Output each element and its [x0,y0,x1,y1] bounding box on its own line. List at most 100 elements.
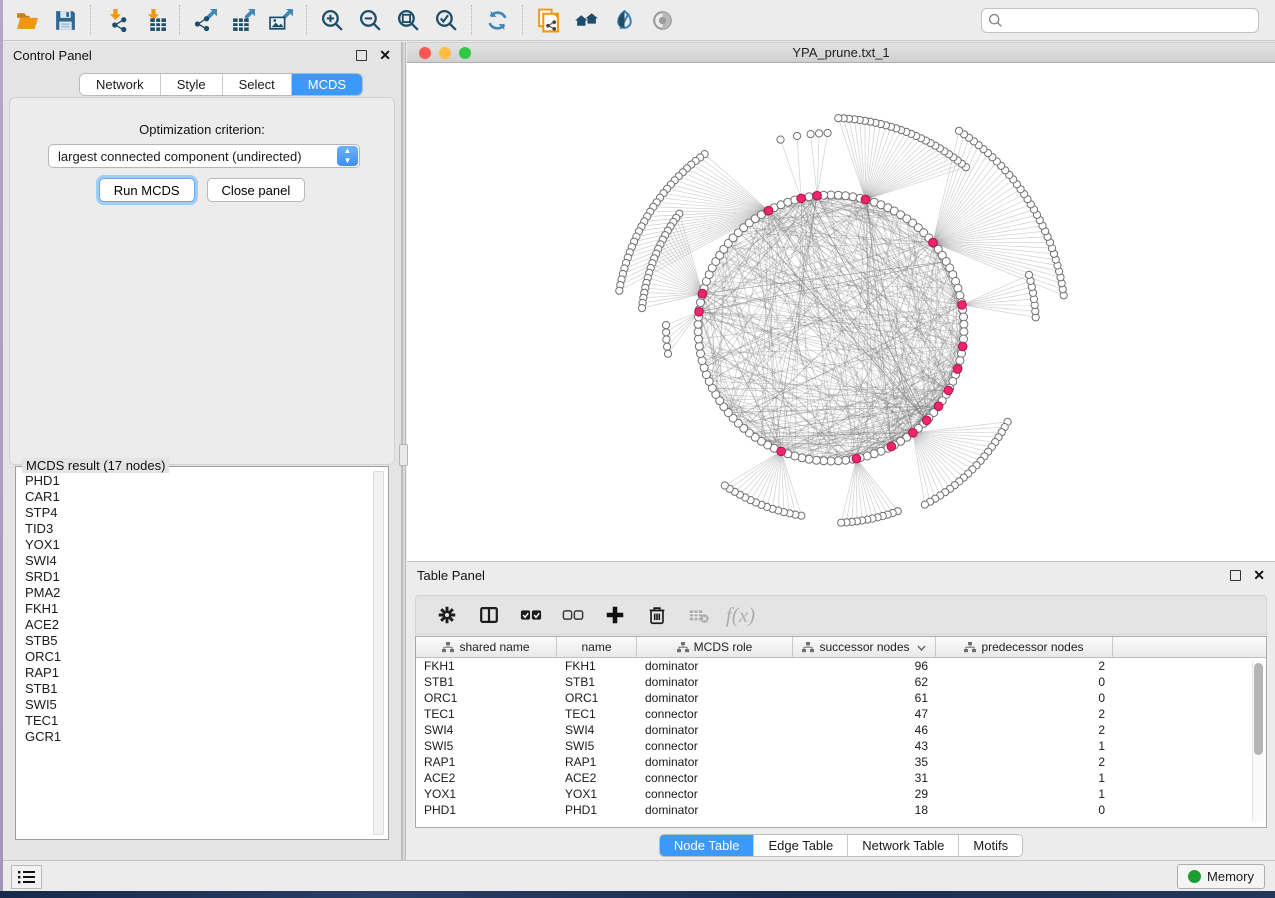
delete-column-icon[interactable] [640,599,673,631]
mcds-result-item[interactable]: SWI5 [25,697,369,713]
run-mcds-button[interactable]: Run MCDS [99,178,195,202]
export-network-icon[interactable] [186,3,224,37]
tab-style[interactable]: Style [161,74,223,95]
table-row[interactable]: ACE2ACE2connector311 [416,770,1266,786]
cell-name: SWI4 [557,723,637,737]
table-row[interactable]: RAP1RAP1dominator352 [416,754,1266,770]
mcds-result-item[interactable]: GCR1 [25,729,369,745]
mcds-result-item[interactable]: RAP1 [25,665,369,681]
network-window-titlebar[interactable]: YPA_prune.txt_1 [407,42,1275,63]
task-history-button[interactable] [11,865,42,889]
table-tab-edge-table[interactable]: Edge Table [754,835,848,856]
tab-select[interactable]: Select [223,74,292,95]
memory-button[interactable]: Memory [1177,864,1265,889]
tab-mcds[interactable]: MCDS [292,74,362,95]
float-table-panel-icon[interactable] [1230,570,1241,581]
mcds-result-item[interactable]: ACE2 [25,617,369,633]
cell-shared_name: RAP1 [416,755,557,769]
criterion-dropdown[interactable]: largest connected component (undirected)… [48,144,360,168]
column-header-MCDS-role[interactable]: MCDS role [637,637,793,657]
import-table-icon[interactable] [135,3,173,37]
desktop-edge-bottom [0,891,1275,898]
close-table-panel-icon[interactable]: ✕ [1253,570,1265,581]
deselect-all-rows-icon[interactable] [556,599,589,631]
mcds-result-item[interactable]: TEC1 [25,713,369,729]
mcds-result-item[interactable]: TID3 [25,521,369,537]
column-header-shared-name[interactable]: shared name [416,637,557,657]
mcds-result-item[interactable]: STB1 [25,681,369,697]
add-column-icon[interactable] [598,599,631,631]
splitter-handle[interactable] [399,444,408,466]
export-table-icon[interactable] [224,3,262,37]
mcds-result-item[interactable]: PMA2 [25,585,369,601]
mcds-result-item[interactable]: STB5 [25,633,369,649]
cell-pred: 0 [936,675,1113,689]
column-header-successor-nodes[interactable]: successor nodes [793,637,936,657]
table-row[interactable]: FKH1FKH1dominator962 [416,658,1266,674]
status-bar: Memory [3,860,1275,891]
zoom-in-icon[interactable] [313,3,351,37]
cell-succ: 96 [793,659,936,673]
save-session-icon[interactable] [46,3,84,37]
mcds-result-item[interactable]: STP4 [25,505,369,521]
close-panel-button[interactable]: Close panel [207,178,306,202]
cell-pred: 2 [936,723,1113,737]
table-settings-gear-icon[interactable] [430,599,463,631]
table-row[interactable]: PHD1PHD1dominator180 [416,802,1266,818]
table-row[interactable]: ORC1ORC1dominator610 [416,690,1266,706]
cell-role: connector [637,787,793,801]
cell-pred: 1 [936,787,1113,801]
column-panel-icon[interactable] [472,599,505,631]
table-panel: Table Panel ✕ f(x) shared namenameMCDS r… [407,561,1275,860]
first-neighbors-icon[interactable] [567,3,605,37]
column-header-name[interactable]: name [557,637,637,657]
mcds-result-item[interactable]: CAR1 [25,489,369,505]
mcds-result-item[interactable]: YOX1 [25,537,369,553]
network-canvas[interactable] [407,63,1275,559]
tab-network[interactable]: Network [80,74,161,95]
mcds-result-item[interactable]: FKH1 [25,601,369,617]
table-tab-node-table[interactable]: Node Table [660,835,755,856]
mcds-list-scrollbar[interactable] [373,471,384,835]
cell-pred: 0 [936,803,1113,817]
refresh-layout-icon[interactable] [478,3,516,37]
open-file-icon[interactable] [8,3,46,37]
table-row[interactable]: YOX1YOX1connector291 [416,786,1266,802]
table-toolbar: f(x) [415,595,1267,635]
mcds-result-item[interactable]: SRD1 [25,569,369,585]
table-row[interactable]: STB1STB1dominator620 [416,674,1266,690]
sort-chevron-icon[interactable] [917,640,926,654]
mcds-result-item[interactable]: ORC1 [25,649,369,665]
mcds-result-list[interactable]: PHD1CAR1STP4TID3YOX1SWI4SRD1PMA2FKH1ACE2… [17,473,369,838]
cell-name: RAP1 [557,755,637,769]
table-row[interactable]: SWI4SWI4dominator462 [416,722,1266,738]
table-row[interactable]: SWI5SWI5connector431 [416,738,1266,754]
select-all-rows-icon[interactable] [514,599,547,631]
import-network-icon[interactable] [97,3,135,37]
minimize-window-icon[interactable] [439,47,451,59]
table-tab-motifs[interactable]: Motifs [959,835,1022,856]
control-panel-title: Control Panel [13,48,92,63]
export-image-icon[interactable] [262,3,300,37]
float-panel-icon[interactable] [356,50,367,61]
duplicate-network-icon[interactable] [529,3,567,37]
column-header-predecessor-nodes[interactable]: predecessor nodes [936,637,1113,657]
maximize-window-icon[interactable] [459,47,471,59]
mcds-result-item[interactable]: SWI4 [25,553,369,569]
table-row[interactable]: TEC1TEC1connector472 [416,706,1266,722]
table-scrollbar-thumb[interactable] [1254,663,1263,755]
graphics-details-icon[interactable] [605,3,643,37]
cell-role: dominator [637,723,793,737]
toolbar-separator [471,5,472,35]
zoom-selected-icon[interactable] [427,3,465,37]
cell-shared_name: SWI4 [416,723,557,737]
close-panel-icon[interactable]: ✕ [379,50,391,61]
search-input[interactable] [981,8,1259,33]
zoom-fit-icon[interactable] [389,3,427,37]
table-scrollbar[interactable] [1252,661,1264,821]
close-window-icon[interactable] [419,47,431,59]
mcds-result-item[interactable]: PHD1 [25,473,369,489]
column-label: shared name [459,640,529,654]
table-tab-network-table[interactable]: Network Table [848,835,959,856]
zoom-out-icon[interactable] [351,3,389,37]
